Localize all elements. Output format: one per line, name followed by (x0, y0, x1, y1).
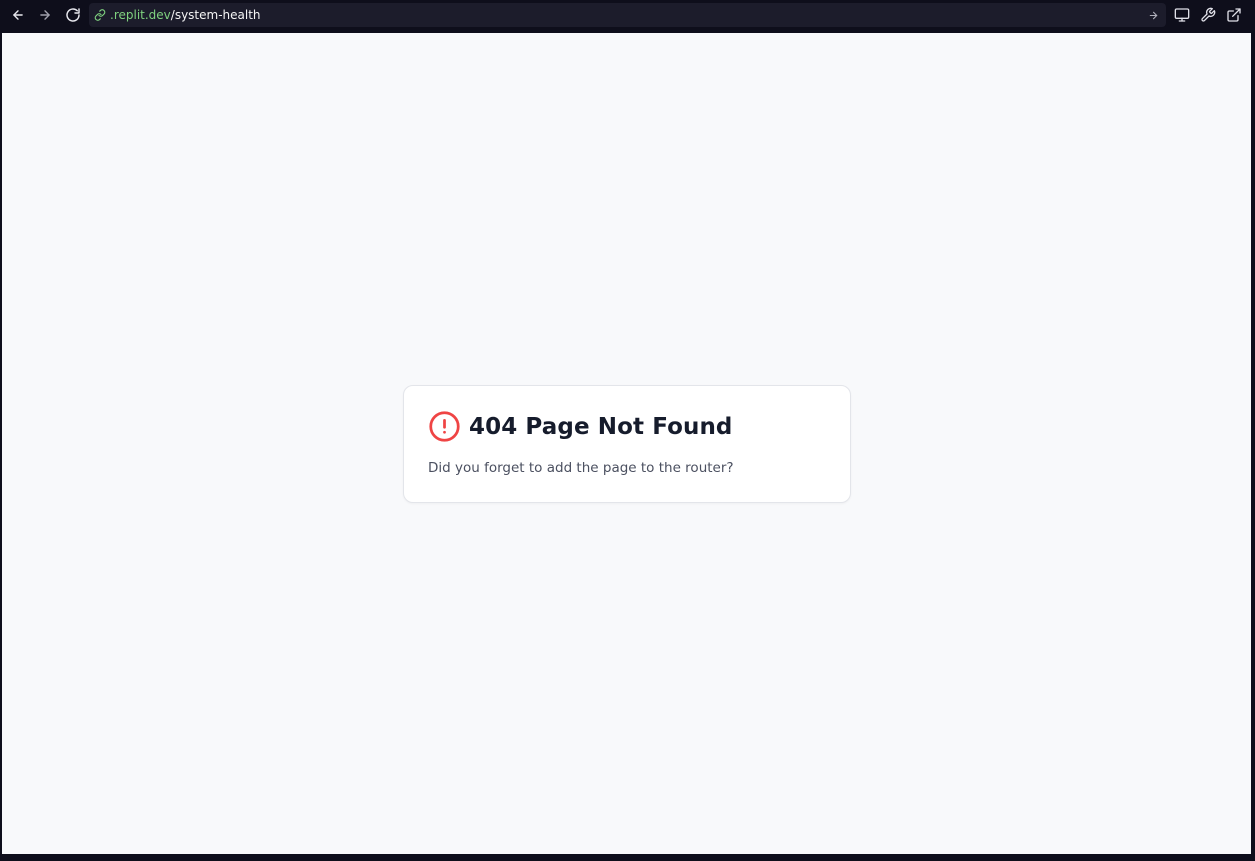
back-button[interactable] (8, 5, 28, 25)
go-button[interactable] (1146, 8, 1160, 22)
url-text[interactable]: .replit.dev/system-health (110, 8, 261, 22)
device-preview-button[interactable] (1173, 6, 1191, 24)
arrow-left-icon (13, 10, 23, 20)
arrow-right-icon (40, 10, 50, 20)
card-title-row: 404 Page Not Found (428, 410, 733, 443)
arrow-right-icon (1149, 11, 1157, 19)
reload-icon (66, 8, 80, 22)
wrench-icon (1201, 7, 1216, 22)
reload-button[interactable] (63, 5, 83, 25)
browser-toolbar: .replit.dev/system-health (0, 0, 1255, 31)
alert-circle-icon (429, 411, 460, 442)
url-domain: .replit.dev (110, 8, 171, 22)
error-card: 404 Page Not Found Did you forget to add… (403, 385, 851, 503)
page-viewport: 404 Page Not Found Did you forget to add… (2, 33, 1251, 854)
link-icon (94, 9, 106, 21)
open-external-button[interactable] (1225, 6, 1243, 24)
monitor-icon (1174, 8, 1190, 22)
external-link-icon (1227, 8, 1241, 22)
forward-button[interactable] (35, 5, 55, 25)
browser-window: .replit.dev/system-health 404 Page Not F… (0, 0, 1255, 861)
error-description: Did you forget to add the page to the ro… (428, 460, 734, 476)
url-bar[interactable]: .replit.dev/system-health (89, 3, 1166, 27)
page-title: 404 Page Not Found (469, 413, 733, 440)
url-path: /system-health (170, 8, 261, 22)
devtools-button[interactable] (1199, 6, 1217, 24)
